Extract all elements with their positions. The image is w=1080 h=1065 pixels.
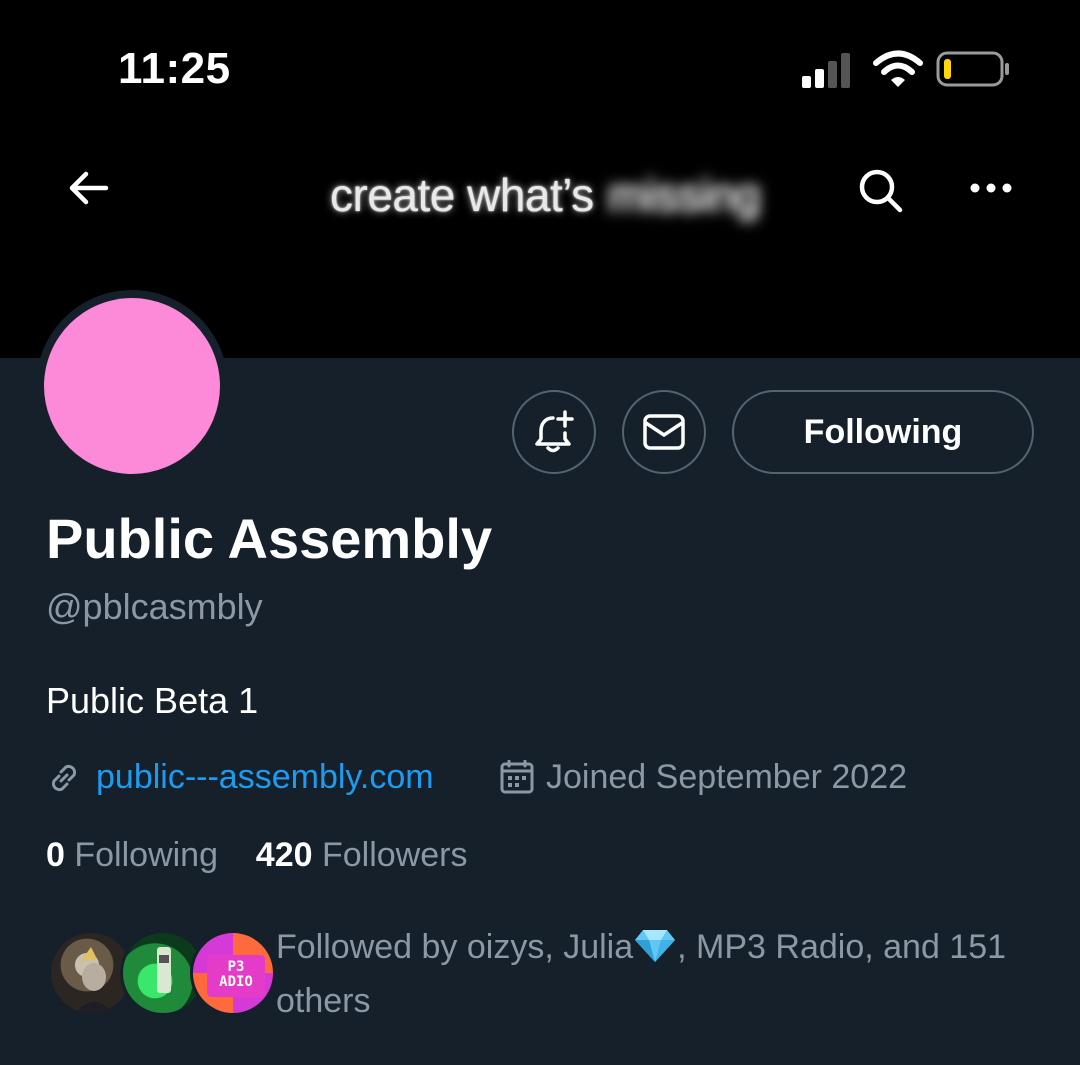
- follow-counts: 0 Following 420 Followers: [46, 836, 467, 875]
- status-time: 11:25: [118, 44, 231, 93]
- followed-by-prefix: Followed by oizys, Julia: [276, 928, 634, 966]
- followers-count: 420: [255, 836, 313, 874]
- followed-by-avatars[interactable]: P3 ADIO: [48, 930, 276, 1020]
- search-icon[interactable]: [856, 166, 904, 214]
- mp3-badge-text: P3 ADIO: [219, 959, 253, 990]
- calendar-icon: [500, 760, 534, 794]
- signal-icon: [802, 53, 850, 88]
- back-arrow-icon[interactable]: [64, 166, 114, 210]
- display-name: Public Assembly: [46, 507, 493, 570]
- bell-plus-icon: [535, 410, 574, 453]
- envelope-icon: [643, 414, 685, 450]
- follower-avatar-mp3-radio: P3 ADIO: [190, 930, 276, 1016]
- banner-text-visible: create what’s: [330, 169, 594, 221]
- battery-icon: [936, 51, 1009, 87]
- following-count-link[interactable]: 0 Following: [46, 836, 218, 874]
- notifications-button[interactable]: [512, 390, 596, 474]
- wifi-icon: [873, 50, 923, 87]
- followers-count-link[interactable]: 420 Followers: [256, 836, 468, 874]
- joined-date: Joined September 2022: [546, 758, 908, 796]
- banner-text-blurred: missing: [607, 169, 761, 221]
- link-icon: [51, 764, 77, 792]
- bio: Public Beta 1: [46, 680, 259, 721]
- message-button[interactable]: [622, 390, 706, 474]
- website-link[interactable]: public---assembly.com: [96, 758, 434, 797]
- banner-text: create what’s missing: [330, 168, 761, 222]
- following-count: 0: [46, 836, 65, 874]
- following-button[interactable]: Following: [732, 390, 1034, 474]
- following-label: Following: [74, 836, 218, 874]
- followed-by-text[interactable]: Followed by oizys, Julia , MP3 Radio, an…: [276, 920, 1046, 1028]
- diamond-icon: [635, 930, 676, 962]
- handle: @pblcasmbly: [46, 586, 263, 627]
- avatar[interactable]: [44, 298, 220, 474]
- mp3-badge: P3 ADIO: [207, 955, 265, 997]
- more-icon[interactable]: [968, 176, 1014, 200]
- followers-label: Followers: [321, 836, 468, 874]
